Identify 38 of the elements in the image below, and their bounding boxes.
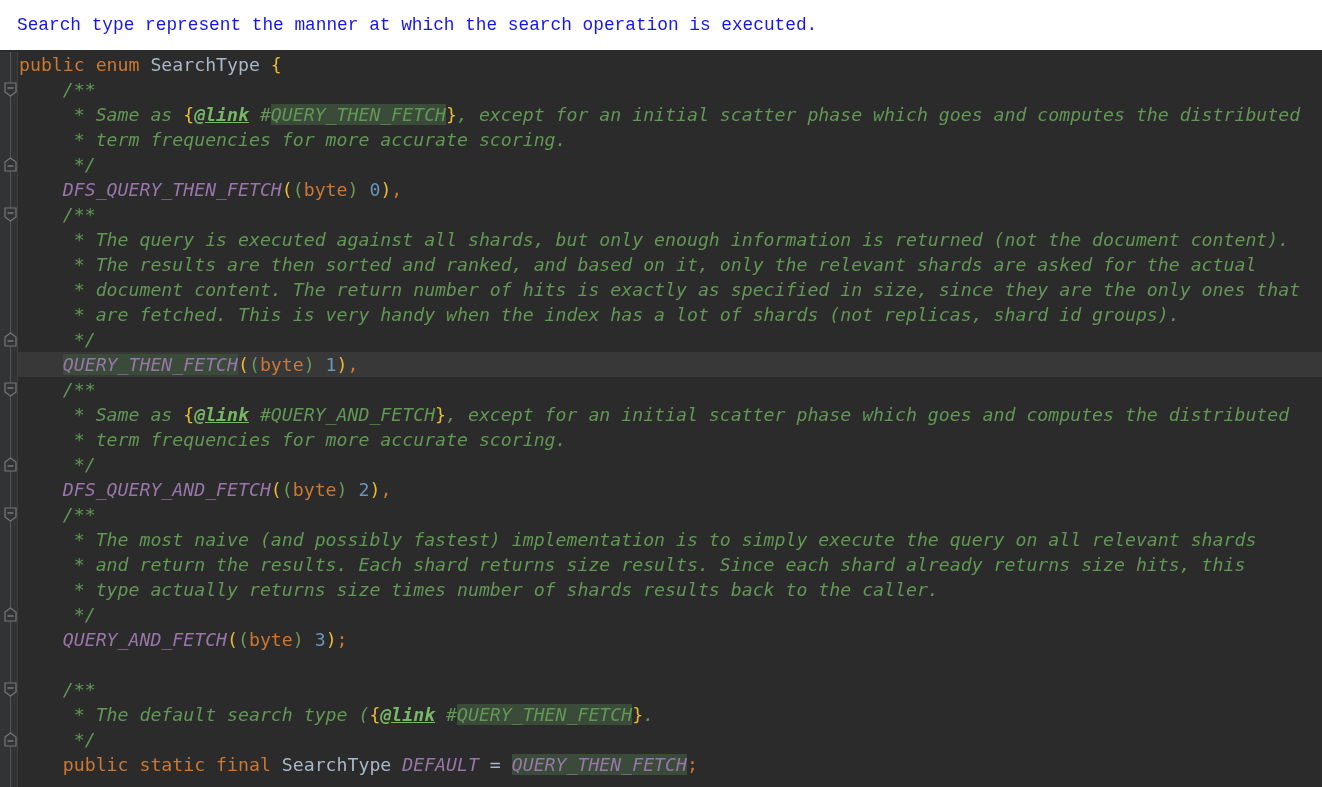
code-line: * Same as {@link #QUERY_AND_FETCH}, except for an initial scatter phase which goes and computes the distributed [72,403,1291,427]
code-line: */ [72,153,97,177]
code-line: * document content. The return number of hits is exactly as specified in size, since they are the only ones that [72,278,1302,302]
collapse-icon[interactable] [4,332,17,347]
code-line: QUERY_AND_FETCH((byte) 3); [61,628,349,652]
code-line: */ [72,328,97,352]
code-line: /** [61,203,97,227]
code-line: */ [72,728,97,752]
code-line: * and return the results. Each shard returns size results. Since each shard already returns size hits, this [72,553,1247,577]
code-line: DFS_QUERY_AND_FETCH((byte) 2), [61,478,393,502]
collapse-icon[interactable] [4,207,17,222]
code-line: * term frequencies for more accurate scoring. [72,128,568,152]
collapse-icon[interactable] [4,732,17,747]
code-line: * are fetched. This is very handy when the index has a lot of shards (not replicas, shard id groups). [72,303,1181,327]
code-line: */ [72,453,97,477]
collapse-icon[interactable] [4,607,17,622]
collapse-icon[interactable] [4,82,17,97]
collapse-icon[interactable] [4,457,17,472]
code-line: * term frequencies for more accurate scoring. [72,428,568,452]
code-line: DFS_QUERY_THEN_FETCH((byte) 0), [61,178,404,202]
code-line: * Same as {@link #QUERY_THEN_FETCH}, except for an initial scatter phase which goes and computes the distributed [72,103,1302,127]
code-line: /** [61,503,97,527]
code-line: /** [61,78,97,102]
code-line: * The most naive (and possibly fastest) implementation is to simply execute the query on all relevant shards [72,528,1258,552]
code-line: * type actually returns size times number of shards results back to the caller. [72,578,940,602]
collapse-icon[interactable] [4,682,17,697]
code-line: public enum SearchType { [18,53,283,77]
code-line: public static final SearchType DEFAULT = QUERY_THEN_FETCH; [61,753,699,777]
code-line: */ [72,603,97,627]
caption-text: Search type represent the manner at which the search operation is executed. [17,15,818,35]
code-line: /** [61,378,97,402]
code-line: /** [61,678,97,702]
collapse-icon[interactable] [4,157,17,172]
code-line: * The query is executed against all shards, but only enough information is returned (not the document content). [72,228,1291,252]
code-line: * The results are then sorted and ranked, and based on it, only the relevant shards are asked for the actual [72,253,1258,277]
collapse-icon[interactable] [4,507,17,522]
collapse-icon[interactable] [4,382,17,397]
code-line: * The default search type ({@link #QUERY_THEN_FETCH}. [72,703,656,727]
